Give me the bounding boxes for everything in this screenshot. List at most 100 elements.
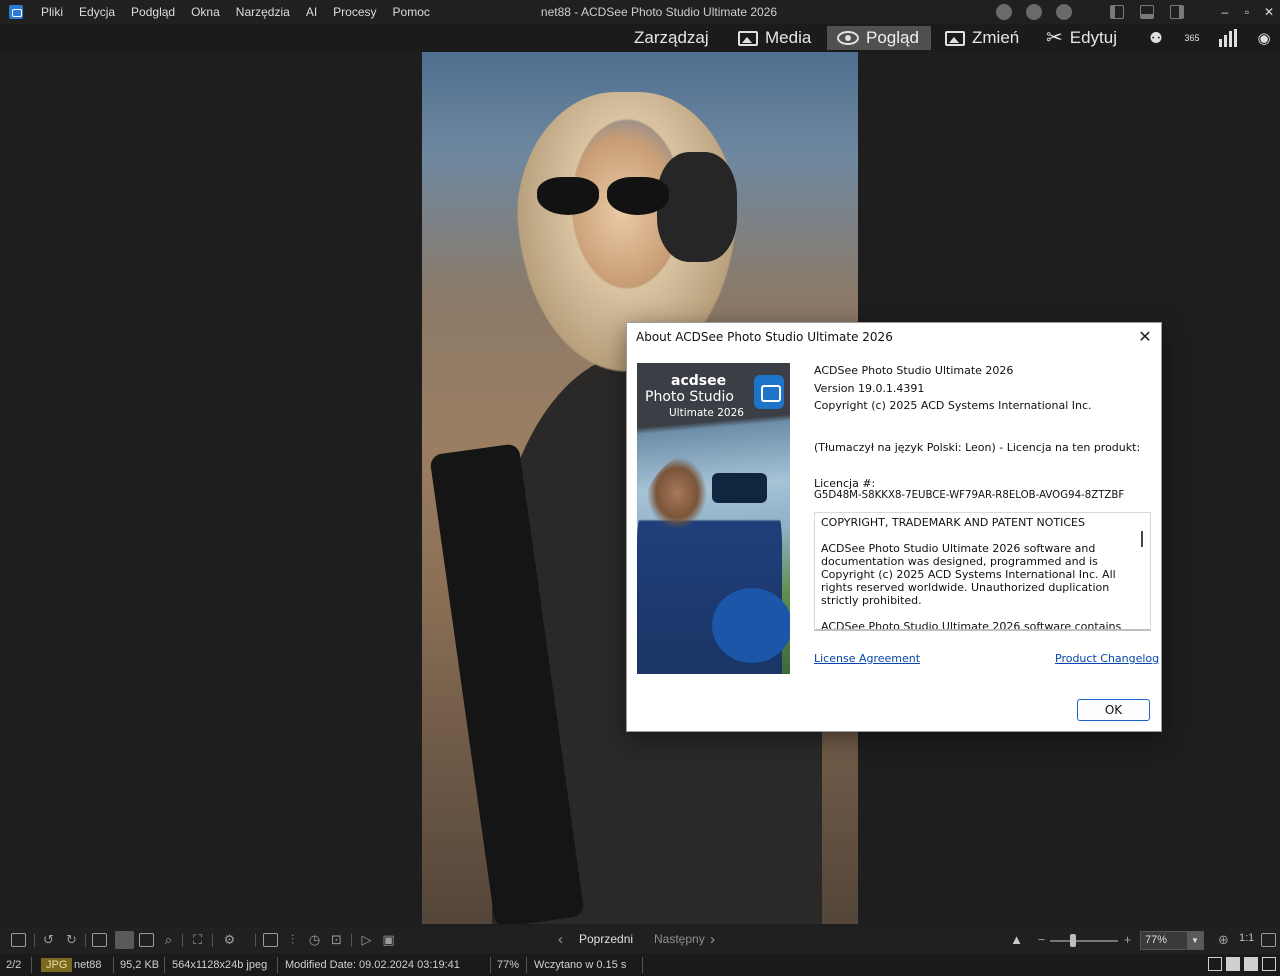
rotate-right-icon[interactable]: ↻ [64,933,79,947]
menu-podglad[interactable]: Podgląd [123,0,183,24]
user-icon[interactable] [1056,4,1072,20]
notices-textbox[interactable]: COPYRIGHT, TRADEMARK AND PATENT NOTICES … [814,512,1151,631]
license-agreement-link[interactable]: License Agreement [814,652,920,665]
status-position: 2/2 [6,959,22,971]
notice-heading: COPYRIGHT, TRADEMARK AND PATENT NOTICES [821,516,1085,529]
mode-develop[interactable]: Zmień [935,26,1029,50]
minimize-button[interactable]: – [1214,0,1236,24]
settings-icon[interactable]: ⚙ [222,933,237,947]
focus-icon[interactable]: ⊡ [329,933,344,947]
license-label: Licencja #: [814,477,876,490]
previous-button[interactable]: Poprzedni [579,932,633,946]
slideshow-icon[interactable]: ▣ [381,933,396,947]
people-icon[interactable]: ⚉ [1144,27,1168,49]
format-badge: JPG [41,958,73,972]
titlebar-right: – ▫ ✕ [996,0,1280,24]
mode-view[interactable]: Pogląd [827,26,931,50]
image-icon[interactable] [263,933,278,947]
menu-pomoc[interactable]: Pomoc [385,0,438,24]
menu-edycja[interactable]: Edycja [71,0,123,24]
triangle-up-icon[interactable]: ▲ [1009,933,1024,947]
hand-tool-icon[interactable] [115,931,134,949]
contrast-icon[interactable] [1226,957,1240,971]
menu-narzedzia[interactable]: Narzędzia [228,0,298,24]
zoom-slider[interactable] [1050,940,1118,942]
fullscreen-icon[interactable]: ⛶ [190,933,205,947]
mode-manage[interactable]: Zarządzaj [597,26,719,50]
restore-button[interactable]: ▫ [1236,0,1258,24]
product-name: ACDSee Photo Studio Ultimate 2026 [814,364,1014,377]
menu-procesy[interactable]: Procesy [325,0,384,24]
rotate-left-icon[interactable]: ↺ [41,933,56,947]
mode-media[interactable]: Media [728,26,821,50]
expand-icon[interactable] [1261,933,1276,947]
notice-paragraph-1: ACDSee Photo Studio Ultimate 2026 softwa… [821,542,1116,607]
adjust-icon[interactable]: ⫶ [285,933,300,947]
chevron-left-icon[interactable]: ‹ [558,931,563,948]
mode-edit[interactable]: ✂ Edytuj [1036,26,1127,50]
status-zoom: 77% [497,959,520,971]
acdsee-app-icon[interactable] [9,5,23,19]
next-button[interactable]: Następny [654,932,705,946]
translator-text: (Tłumaczył na język Polski: Leon) - Lice… [814,441,1141,454]
bell-icon[interactable] [1026,4,1042,20]
cloud-365-icon[interactable]: 365 [1180,27,1204,49]
menu-okna[interactable]: Okna [183,0,228,24]
actual-size-button[interactable]: 1:1 [1239,932,1254,944]
zoom-dropdown-value: 77% [1145,934,1168,946]
mode-develop-label: Zmień [972,28,1020,47]
notice-scrollbar[interactable] [1141,531,1143,547]
chevron-right-icon[interactable]: › [710,931,715,948]
product-changelog-link[interactable]: Product Changelog [1055,652,1159,665]
dashboard-chart-icon[interactable] [1216,27,1240,49]
right-panel-layout-icon[interactable] [1170,5,1184,19]
status-filename: net88 [74,959,102,971]
notice-paragraph-2: ACDSee Photo Studio Ultimate 2026 softwa… [821,620,1122,631]
batch-icon[interactable] [11,933,26,947]
mode-bar-right: ⚉ 365 ◉ [1132,26,1276,50]
banner-edition: Ultimate 2026 [669,407,744,419]
bottom-panel-layout-icon[interactable] [1140,5,1154,19]
dialog-title: About ACDSee Photo Studio Ultimate 2026 [636,330,893,344]
status-bar: 2/2 JPG net88 95,2 KB 564x1128x24b jpeg … [0,954,1280,976]
status-modified-date: Modified Date: 09.02.2024 03:19:41 [285,959,460,971]
zoom-dropdown[interactable]: 77% ▼ [1140,931,1204,950]
about-dialog: About ACDSee Photo Studio Ultimate 2026 … [626,322,1162,732]
ok-button[interactable]: OK [1077,699,1150,721]
edit-tools-icon: ✂ [1046,27,1063,49]
zoom-icon[interactable]: ⌕ [161,933,176,947]
marquee-icon[interactable] [139,933,154,947]
bottom-toolbar: ↺ ↻ ⌕ ⛶ ⚙ ⫶ ◷ ⊡ ▷ ▣ ‹ Poprzedni Następny… [0,926,1280,954]
mode-edit-label: Edytuj [1069,28,1118,47]
timer-icon[interactable]: ◷ [307,933,322,947]
mode-view-label: Pogląd [866,28,919,47]
dialog-close-button[interactable]: ✕ [1135,327,1155,347]
zoom-fit-icon[interactable]: ⊕ [1216,933,1231,947]
menu-ai[interactable]: AI [298,0,325,24]
visibility-icon[interactable]: ◉ [1252,27,1276,49]
product-banner: acdsee Photo Studio Ultimate 2026 [637,363,790,674]
close-window-button[interactable]: ✕ [1258,0,1280,24]
banner-product: Photo Studio [645,389,734,405]
select-icon[interactable] [92,933,107,947]
play-icon[interactable]: ▷ [359,933,374,947]
grid-icon [607,30,627,46]
left-panel-layout-icon[interactable] [1110,5,1124,19]
eye-icon [837,31,859,45]
mode-manage-label: Zarządzaj [634,28,709,47]
notification-icon[interactable] [996,4,1012,20]
menu-bar: Pliki Edycja Podgląd Okna Narzędzia AI P… [33,0,438,24]
cloud-365-label: 365 [1184,33,1200,43]
zoom-slider-thumb[interactable] [1070,934,1076,947]
zoom-in-icon[interactable]: + [1120,933,1135,947]
checkmark-icon[interactable] [1244,957,1258,971]
zoom-out-icon[interactable]: − [1034,933,1049,947]
copy-icon[interactable] [1262,957,1276,971]
copyright-text: Copyright (c) 2025 ACD Systems Internati… [814,399,1092,412]
square-icon[interactable] [1208,957,1222,971]
status-filesize: 95,2 KB [120,959,160,971]
menu-pliki[interactable]: Pliki [33,0,71,24]
camera-logo-icon [754,375,784,409]
develop-icon [945,30,965,46]
status-icons [1208,957,1280,971]
